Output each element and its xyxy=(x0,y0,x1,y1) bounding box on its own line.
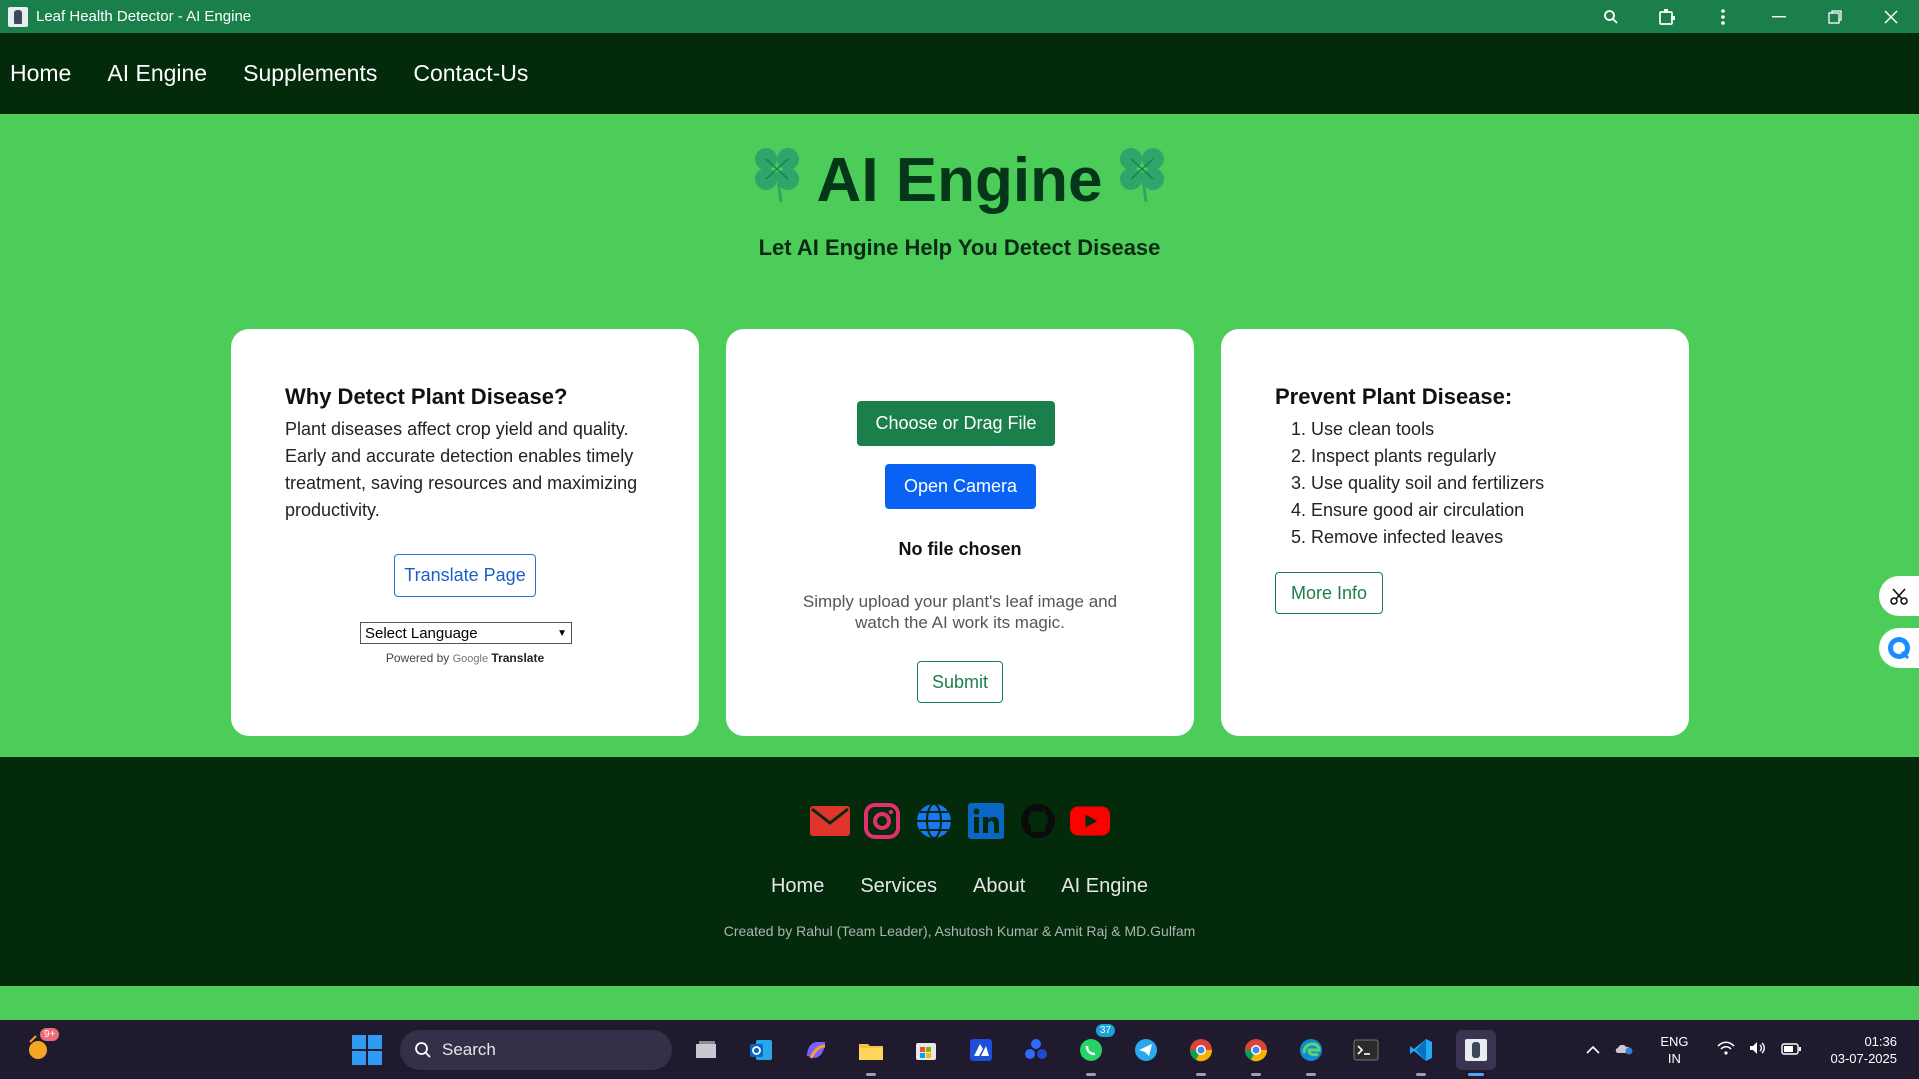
edge-icon[interactable] xyxy=(1291,1030,1331,1076)
upload-hint: Simply upload your plant's leaf image an… xyxy=(802,592,1118,632)
taskbar-search-placeholder: Search xyxy=(442,1040,496,1059)
vscode-icon[interactable] xyxy=(1401,1030,1441,1076)
google-translate-attribution: Powered by Google Translate xyxy=(231,651,699,665)
hero-title-row: AI Engine xyxy=(0,144,1919,217)
footer-link-ai-engine[interactable]: AI Engine xyxy=(1061,875,1148,898)
clock[interactable]: 01:36 03-07-2025 xyxy=(1831,1033,1898,1067)
chat-assistant-icon[interactable] xyxy=(1879,628,1919,668)
page-title: AI Engine xyxy=(816,146,1103,215)
onedrive-icon[interactable] xyxy=(1614,1041,1634,1058)
chevron-up-icon[interactable] xyxy=(1586,1042,1600,1058)
prevent-disease-card: Prevent Plant Disease: Use clean tools I… xyxy=(1221,329,1689,736)
language-code: ENG xyxy=(1660,1033,1689,1049)
restore-icon[interactable] xyxy=(1807,0,1863,33)
choose-file-button[interactable]: Choose or Drag File xyxy=(857,401,1055,446)
task-view-icon[interactable] xyxy=(686,1030,726,1070)
hero: AI Engine Let AI Engine Help You Detect … xyxy=(0,114,1919,261)
window-title: Leaf Health Detector - AI Engine xyxy=(36,8,252,25)
leaf-detector-app-icon[interactable] xyxy=(1456,1030,1496,1076)
github-icon[interactable] xyxy=(1018,801,1058,841)
minimize-icon[interactable] xyxy=(1751,0,1807,33)
search-icon[interactable] xyxy=(1583,0,1639,33)
page-subtitle: Let AI Engine Help You Detect Disease xyxy=(758,235,1161,260)
email-icon[interactable] xyxy=(809,801,850,841)
close-icon[interactable] xyxy=(1863,0,1919,33)
chevron-down-icon: ▼ xyxy=(557,627,567,639)
footer-link-home[interactable]: Home xyxy=(771,875,824,898)
app-icon xyxy=(8,6,28,27)
taskbar-search[interactable]: Search xyxy=(400,1030,672,1070)
os-taskbar: 9+ Search 37 ENG IN 01:36 03-07-2025 xyxy=(0,1020,1919,1079)
why-detect-card: Why Detect Plant Disease? Plant diseases… xyxy=(231,329,699,736)
prevent-heading: Prevent Plant Disease: xyxy=(1275,384,1513,409)
weather-widget[interactable]: 9+ xyxy=(24,1028,60,1066)
language-select[interactable]: Select Language ▼ xyxy=(360,622,572,644)
weather-badge: 9+ xyxy=(40,1028,60,1041)
why-detect-text: Plant diseases affect crop yield and qua… xyxy=(285,419,638,520)
linkedin-icon[interactable] xyxy=(966,801,1006,841)
upload-card: Choose or Drag File Open Camera No file … xyxy=(726,329,1194,736)
window-titlebar: Leaf Health Detector - AI Engine xyxy=(0,0,1919,33)
globe-icon[interactable] xyxy=(914,801,954,841)
file-explorer-icon[interactable] xyxy=(851,1030,891,1076)
region-code: IN xyxy=(1667,1050,1681,1066)
social-links xyxy=(0,801,1919,841)
clover-icon xyxy=(1116,144,1168,217)
whatsapp-badge: 37 xyxy=(1095,1024,1115,1037)
footer-link-about[interactable]: About xyxy=(973,875,1025,898)
volume-icon[interactable] xyxy=(1749,1041,1767,1058)
terminal-icon[interactable] xyxy=(1346,1030,1386,1070)
chrome-icon[interactable] xyxy=(1181,1030,1221,1076)
list-item: Use quality soil and fertilizers xyxy=(1311,470,1645,497)
windows-start-icon[interactable] xyxy=(352,1035,382,1065)
submit-button[interactable]: Submit xyxy=(917,661,1003,703)
telegram-icon[interactable] xyxy=(1126,1030,1166,1070)
main-navbar: Home AI Engine Supplements Contact-Us xyxy=(0,33,1919,114)
nav-supplements[interactable]: Supplements xyxy=(243,60,377,87)
scissors-icon[interactable] xyxy=(1879,576,1919,616)
list-item: Inspect plants regularly xyxy=(1311,443,1645,470)
chrome-profile-icon[interactable] xyxy=(1236,1030,1276,1076)
azure-icon[interactable] xyxy=(961,1030,1001,1070)
input-language-indicator[interactable]: ENG IN xyxy=(1660,1033,1688,1067)
instagram-icon[interactable] xyxy=(862,801,902,841)
youtube-icon[interactable] xyxy=(1069,801,1110,841)
page-bottom-strip xyxy=(0,986,1919,1020)
nav-ai-engine[interactable]: AI Engine xyxy=(107,60,207,87)
clock-date: 03-07-2025 xyxy=(1830,1050,1898,1066)
list-item: Ensure good air circulation xyxy=(1311,497,1645,524)
power-automate-icon[interactable] xyxy=(1016,1030,1056,1070)
system-tray: ENG IN 01:36 03-07-2025 xyxy=(1586,1020,1919,1079)
microsoft-store-icon[interactable] xyxy=(906,1030,946,1070)
clover-icon xyxy=(751,144,803,217)
file-status: No file chosen xyxy=(898,539,1022,559)
prevent-tips-list: Use clean tools Inspect plants regularly… xyxy=(1275,416,1645,551)
translate-label: Translate xyxy=(491,651,545,665)
powered-by-label: Powered by xyxy=(385,651,450,665)
nav-contact-us[interactable]: Contact-Us xyxy=(413,60,528,87)
list-item: Remove infected leaves xyxy=(1311,524,1645,551)
open-camera-button[interactable]: Open Camera xyxy=(885,464,1036,509)
more-menu-icon[interactable] xyxy=(1695,0,1751,33)
extensions-icon[interactable] xyxy=(1639,0,1695,33)
whatsapp-icon[interactable]: 37 xyxy=(1071,1024,1115,1076)
translate-page-button[interactable]: Translate Page xyxy=(394,554,536,597)
taskbar-apps: 37 xyxy=(686,1024,1496,1076)
language-select-value: Select Language xyxy=(365,624,478,642)
footer-link-services[interactable]: Services xyxy=(860,875,937,898)
list-item: Use clean tools xyxy=(1311,416,1645,443)
battery-icon[interactable] xyxy=(1780,1042,1801,1058)
copilot-icon[interactable] xyxy=(796,1030,836,1070)
clock-time: 01:36 xyxy=(1864,1033,1897,1049)
wifi-icon[interactable] xyxy=(1716,1041,1735,1058)
footer: Home Services About AI Engine Created by… xyxy=(0,757,1919,986)
footer-credits: Created by Rahul (Team Leader), Ashutosh… xyxy=(723,923,1196,939)
why-detect-heading: Why Detect Plant Disease? xyxy=(285,384,568,409)
footer-links: Home Services About AI Engine xyxy=(0,875,1919,898)
search-icon xyxy=(415,1042,431,1058)
more-info-button[interactable]: More Info xyxy=(1275,572,1383,614)
nav-home[interactable]: Home xyxy=(10,60,71,87)
google-logo-text[interactable]: Google xyxy=(453,653,488,665)
outlook-icon[interactable] xyxy=(741,1030,781,1070)
